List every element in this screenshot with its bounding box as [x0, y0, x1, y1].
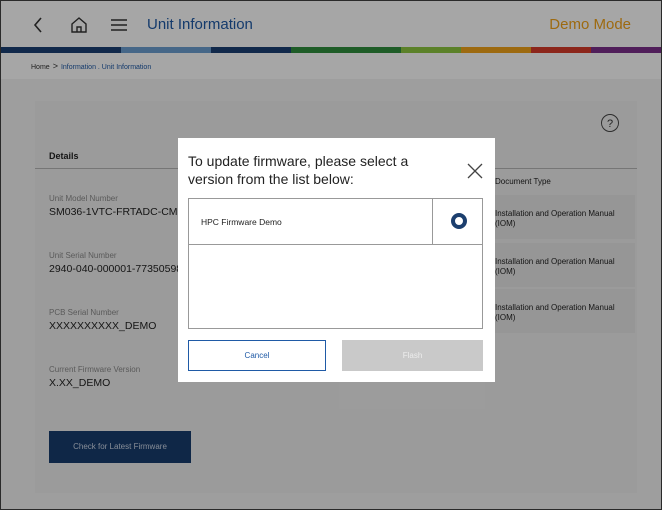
firmware-list: HPC Firmware Demo	[188, 198, 483, 329]
close-icon[interactable]	[465, 161, 485, 181]
firmware-item-label: HPC Firmware Demo	[201, 217, 282, 227]
dialog-title: To update firmware, please select a vers…	[188, 153, 409, 187]
app-window: Unit Information Demo Mode Home > Informat…	[0, 0, 662, 510]
flash-button[interactable]: Flash	[342, 340, 483, 371]
radio-button[interactable]	[451, 213, 467, 229]
firmware-list-item[interactable]: HPC Firmware Demo	[189, 199, 482, 245]
cancel-button[interactable]: Cancel	[188, 340, 326, 371]
firmware-select-dialog: To update firmware, please select a vers…	[178, 138, 495, 382]
list-divider	[432, 199, 433, 244]
